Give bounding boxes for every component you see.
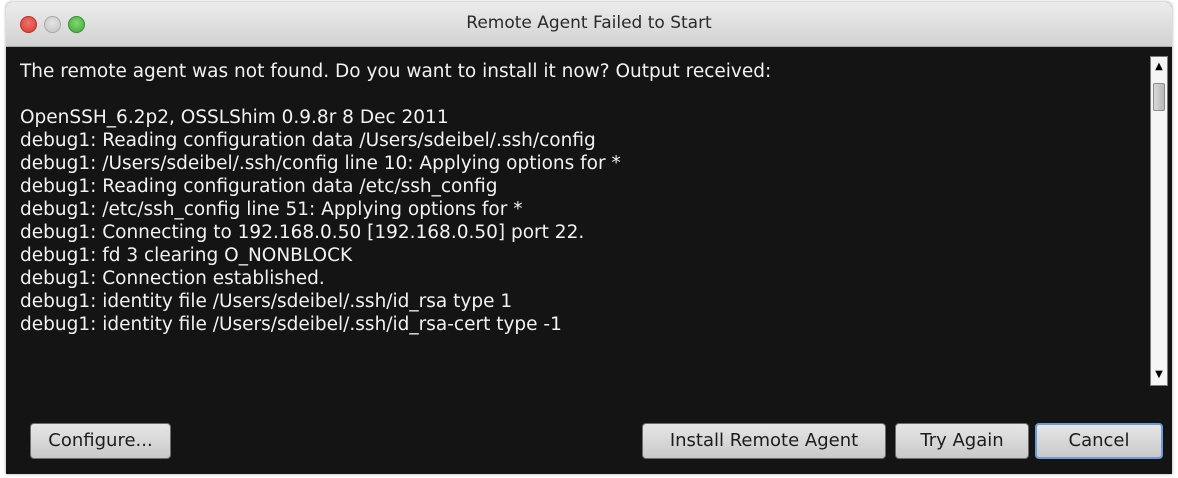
try-again-button[interactable]: Try Again — [895, 423, 1029, 459]
vertical-scrollbar[interactable]: ▲ ▼ — [1150, 56, 1168, 386]
log-line: debug1: identity file /Users/sdeibel/.ss… — [20, 314, 562, 335]
log-line: debug1: /etc/ssh_config line 51: Applyin… — [20, 199, 523, 220]
dialog-window: Remote Agent Failed to Start The remote … — [6, 2, 1172, 474]
log-line: OpenSSH_6.2p2, OSSLShim 0.9.8r 8 Dec 201… — [20, 107, 449, 128]
log-line: debug1: Reading configuration data /User… — [20, 130, 596, 151]
output-text-area[interactable]: The remote agent was not found. Do you w… — [20, 52, 1146, 392]
log-line: debug1: /Users/sdeibel/.ssh/config line … — [20, 153, 621, 174]
title-bar[interactable]: Remote Agent Failed to Start — [6, 2, 1172, 47]
window-title: Remote Agent Failed to Start — [466, 13, 712, 33]
scroll-up-arrow-icon[interactable]: ▲ — [1151, 59, 1167, 75]
intro-message: The remote agent was not found. Do you w… — [20, 61, 772, 82]
scroll-down-arrow-icon[interactable]: ▼ — [1151, 367, 1167, 383]
log-line: debug1: identity file /Users/sdeibel/.ss… — [20, 291, 513, 312]
install-remote-agent-button[interactable]: Install Remote Agent — [642, 423, 886, 459]
scroll-thumb[interactable] — [1153, 83, 1165, 111]
log-line: debug1: Reading configuration data /etc/… — [20, 176, 498, 197]
log-line: debug1: Connecting to 192.168.0.50 [192.… — [20, 222, 585, 243]
cancel-button[interactable]: Cancel — [1035, 423, 1163, 459]
log-line: debug1: fd 3 clearing O_NONBLOCK — [20, 245, 353, 266]
log-line: debug1: Connection established. — [20, 268, 325, 289]
configure-button[interactable]: Configure... — [30, 423, 171, 459]
